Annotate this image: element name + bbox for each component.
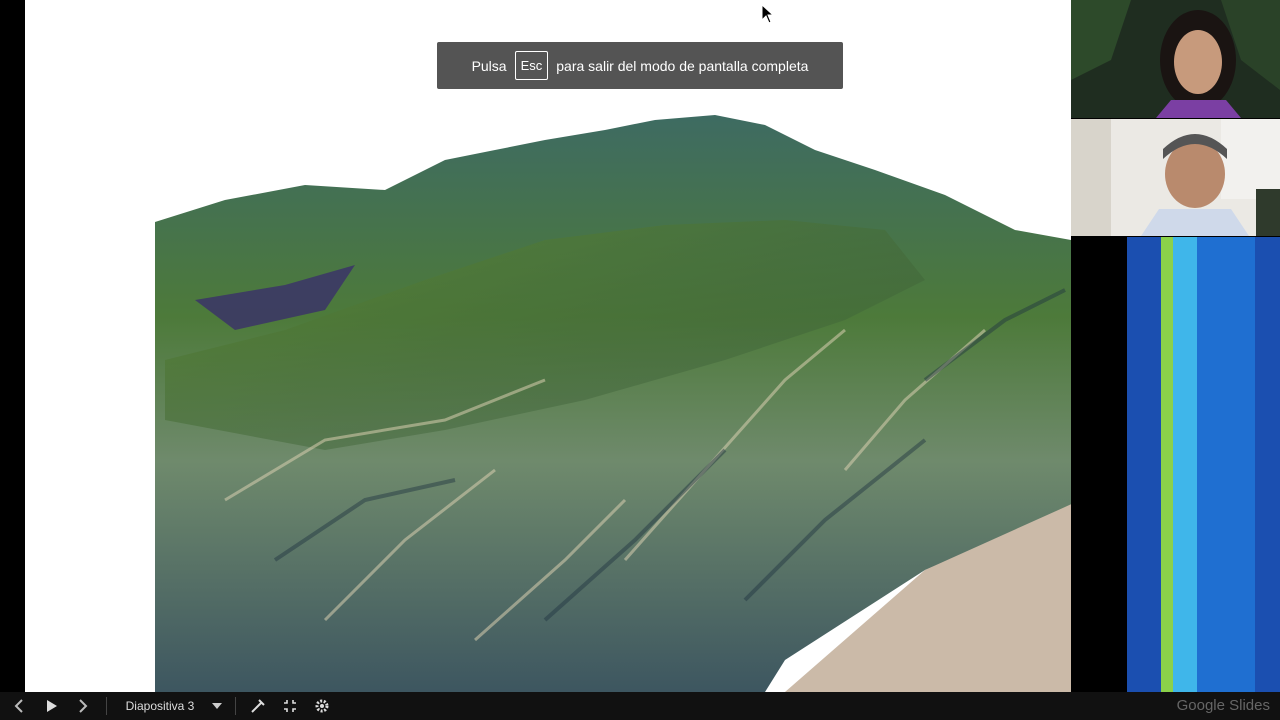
- slide-decorative-stripes: [1127, 237, 1280, 692]
- exit-fullscreen-button[interactable]: [274, 692, 306, 720]
- presentation-controls-bar: Diapositiva 3 Google Slides: [0, 692, 1280, 720]
- divider: [235, 697, 236, 715]
- participant-video-1: [1071, 0, 1280, 118]
- esc-key-hint: Esc: [514, 51, 549, 80]
- presentation-slide: Pulsa Esc para salir del modo de pantall…: [25, 0, 1071, 692]
- divider: [106, 697, 107, 715]
- chevron-left-icon: [14, 699, 23, 713]
- participant-video-2: [1071, 119, 1280, 236]
- settings-button[interactable]: [306, 692, 338, 720]
- next-slide-button[interactable]: [66, 692, 100, 720]
- fullscreen-exit-banner: Pulsa Esc para salir del modo de pantall…: [437, 42, 843, 89]
- google-slides-logo: Google Slides: [1176, 697, 1270, 714]
- laser-pointer-button[interactable]: [242, 692, 274, 720]
- mouse-cursor-icon: [761, 4, 775, 24]
- previous-slide-button[interactable]: [0, 692, 38, 720]
- participant-2-avatar: [1071, 119, 1280, 236]
- chevron-right-icon: [79, 699, 88, 713]
- gear-icon: [315, 699, 329, 713]
- play-button[interactable]: [38, 692, 66, 720]
- slide-selector-dropdown[interactable]: Diapositiva 3: [113, 692, 229, 720]
- banner-suffix: para salir del modo de pantalla completa: [556, 57, 809, 74]
- caret-down-icon: [212, 703, 223, 709]
- exit-fullscreen-icon: [284, 700, 296, 712]
- terrain-3d-image: [155, 115, 1071, 692]
- participant-1-avatar: [1071, 0, 1280, 118]
- play-icon: [47, 700, 57, 712]
- slide-label: Diapositiva 3: [125, 699, 195, 713]
- laser-pointer-icon: [251, 699, 265, 713]
- banner-prefix: Pulsa: [471, 57, 507, 74]
